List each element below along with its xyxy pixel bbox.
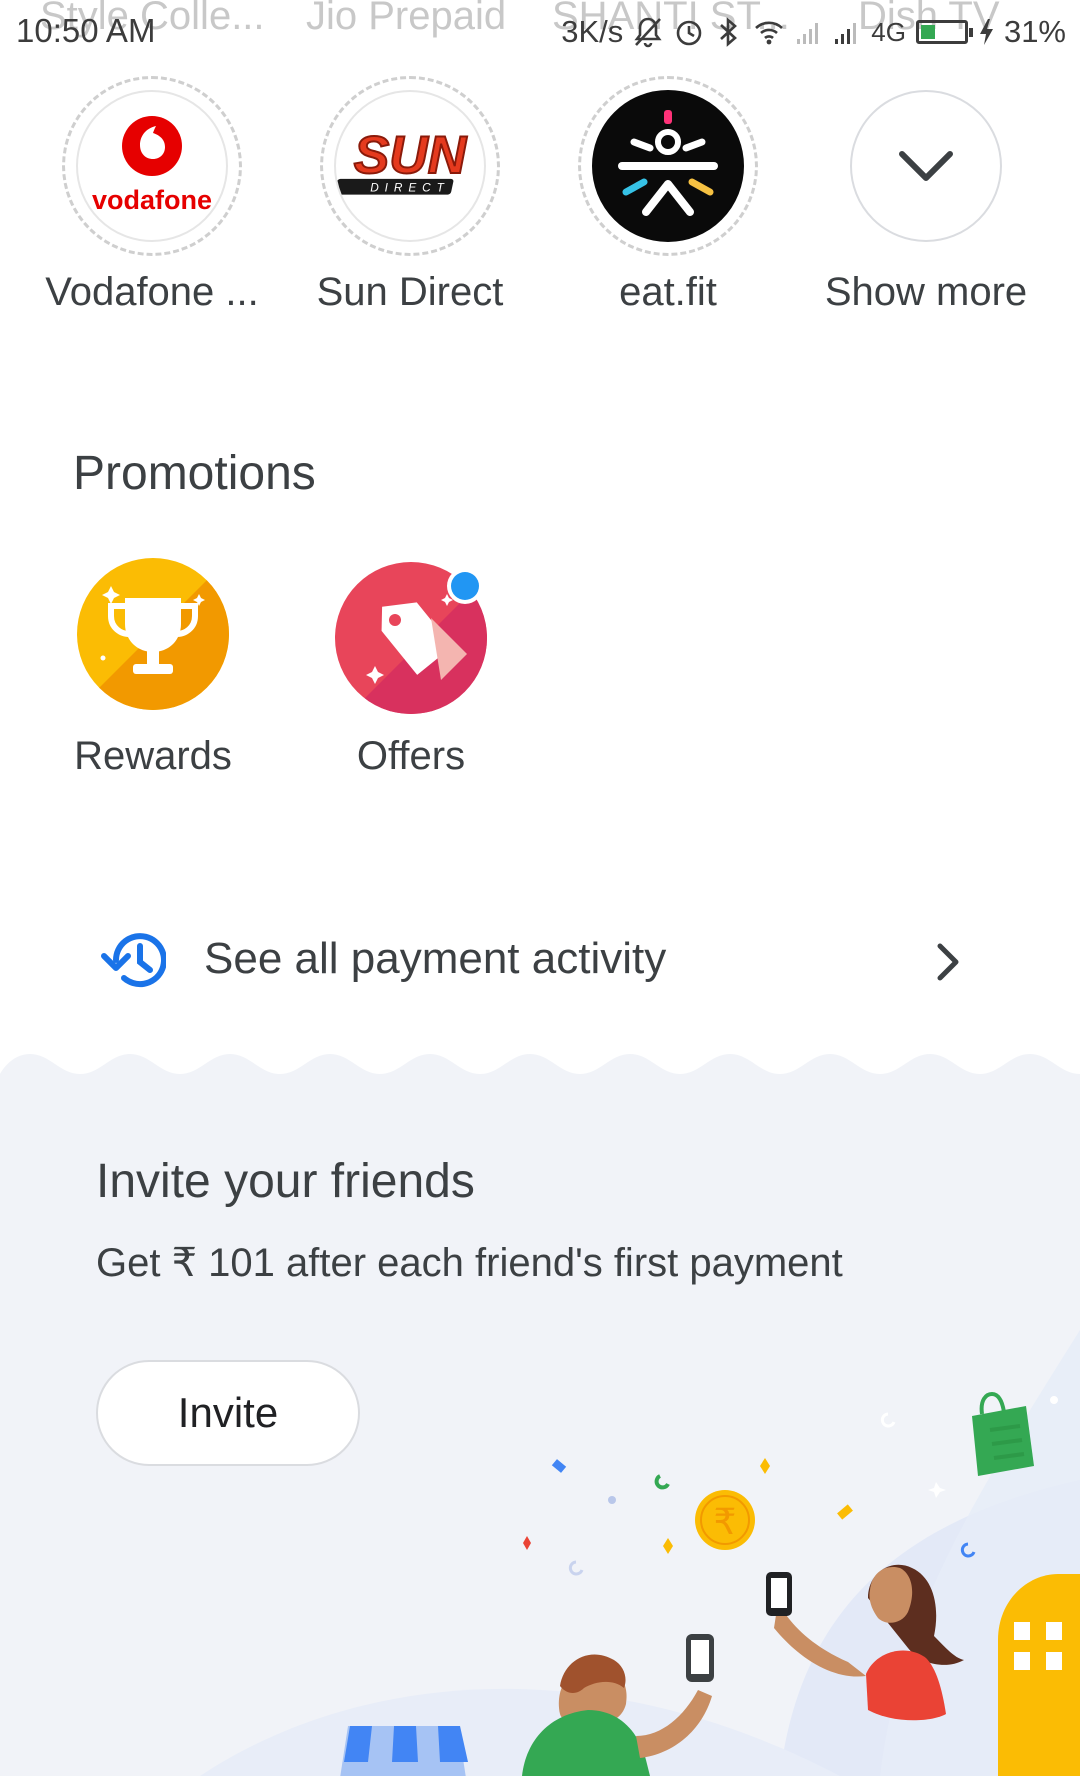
sun-direct-logo-subtext: DIRECT (370, 181, 450, 195)
invite-panel: Invite your friends Get ₹ 101 after each… (0, 1050, 1080, 1776)
network-speed: 3K/s (561, 14, 624, 49)
signal-icon (833, 19, 861, 45)
eatfit-logo (592, 90, 744, 242)
battery-icon (915, 20, 973, 44)
vodafone-logo-text: vodafone (92, 185, 212, 215)
status-icons: 3K/s 4G 31% (561, 12, 1066, 52)
chevron-down-icon (850, 90, 1002, 242)
network-type: 4G (871, 16, 906, 47)
biller-vodafone[interactable]: vodafone Vodafone ... (22, 76, 282, 315)
status-time: 10:50 AM (16, 12, 156, 49)
signal-weak-icon (795, 19, 823, 45)
status-bar: Style Colle... Jio Prepaid SHANTI ST... … (0, 0, 1080, 60)
biller-shortcuts: vodafone Vodafone ... SUN DIRECT Sun Dir… (0, 76, 1080, 316)
chevron-right-icon (934, 942, 964, 987)
promotions-title: Promotions (73, 447, 316, 500)
sun-direct-logo-text: SUN (354, 126, 468, 185)
battery-percent: 31% (1003, 14, 1066, 49)
invite-title: Invite your friends (96, 1155, 475, 1208)
mute-bell-icon (633, 16, 663, 48)
payment-activity-row[interactable]: See all payment activity (0, 900, 1080, 1020)
sun-direct-logo: SUN DIRECT (334, 90, 486, 242)
alarm-icon (673, 16, 705, 48)
promo-offers[interactable]: Offers (311, 558, 511, 779)
bluetooth-icon (715, 16, 743, 48)
show-more-button[interactable]: Show more (796, 76, 1056, 315)
ghost-label-2: Jio Prepaid (306, 0, 507, 38)
wifi-icon (753, 18, 785, 46)
promo-label: Rewards (74, 734, 232, 778)
payment-activity-label: See all payment activity (204, 934, 667, 983)
biller-label: Vodafone ... (45, 270, 259, 314)
invite-button[interactable]: Invite (96, 1360, 360, 1466)
coin-symbol: ₹ (714, 1502, 737, 1543)
biller-label: Sun Direct (316, 270, 504, 314)
history-icon (96, 928, 167, 997)
biller-label: Show more (824, 270, 1028, 314)
promo-label: Offers (356, 734, 466, 778)
trophy-icon (77, 558, 229, 710)
biller-sun-direct[interactable]: SUN DIRECT Sun Direct (280, 76, 540, 315)
battery-fill (920, 25, 936, 39)
vodafone-logo: vodafone (76, 90, 228, 242)
invite-subtitle: Get ₹ 101 after each friend's first paym… (96, 1241, 843, 1285)
biller-label: eat.fit (619, 270, 717, 314)
promo-rewards[interactable]: Rewards (53, 558, 253, 779)
tag-icon (335, 558, 487, 714)
biller-eatfit[interactable]: eat.fit (538, 76, 798, 315)
charging-icon (978, 18, 994, 46)
wavy-edge (0, 1050, 1080, 1074)
